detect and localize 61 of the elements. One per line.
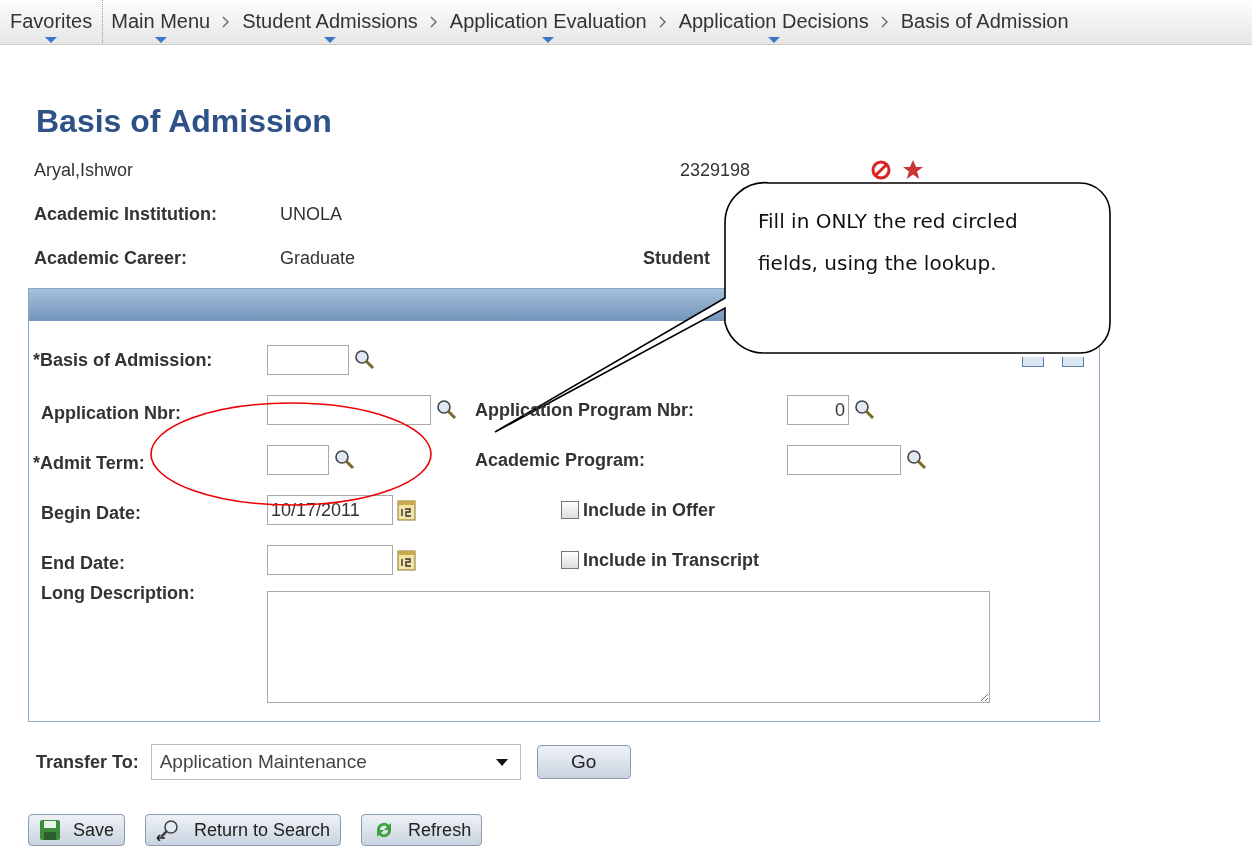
go-button[interactable]: Go (536, 745, 631, 779)
prohibited-icon (870, 159, 892, 181)
magnifier-icon[interactable] (333, 449, 355, 471)
field-label: End Date: (41, 552, 125, 574)
page-title: Basis of Admission (36, 103, 333, 140)
dropdown-arrow-icon[interactable] (154, 37, 167, 43)
magnifier-icon[interactable] (853, 399, 875, 421)
field-label: Begin Date: (41, 502, 141, 524)
lookup-field[interactable]: 0 (787, 395, 849, 425)
breadcrumb-link[interactable]: Main Menu (111, 10, 211, 33)
lookup-field[interactable] (267, 395, 431, 425)
checkbox-label: Include in Transcript (583, 549, 760, 571)
breadcrumb-link[interactable]: Application Decisions (678, 10, 869, 33)
field-label: Application Nbr: (41, 402, 181, 424)
student-id: 2329198 (680, 159, 752, 181)
breadcrumb-link[interactable]: Application Evaluation (449, 10, 647, 33)
chevron-icon (429, 16, 438, 28)
magnifier-icon[interactable] (353, 349, 375, 371)
dropdown-arrow-icon[interactable] (542, 37, 555, 43)
magnifier-icon[interactable] (905, 449, 927, 471)
square-icon[interactable] (1062, 357, 1084, 367)
save-button[interactable]: Save (28, 814, 126, 846)
star-icon (902, 159, 924, 181)
field-label: Student (643, 247, 710, 269)
calendar-icon[interactable] (397, 549, 417, 571)
student-name: Aryal,Ishwor (34, 159, 135, 181)
field-label: *Admit Term: (33, 452, 145, 474)
lookup-field[interactable] (267, 445, 329, 475)
calendar-icon[interactable] (397, 499, 417, 521)
transfer-dropdown[interactable]: Application Maintenance (150, 744, 521, 780)
field-label: Transfer To: (36, 751, 139, 773)
breadcrumb-link[interactable]: Favorites (10, 10, 93, 33)
magnifier-icon[interactable] (435, 399, 457, 421)
square-icon[interactable] (1022, 357, 1044, 367)
callout-text: Fill in ONLY the red circled fields, using the lookup. (758, 208, 1019, 277)
dropdown-arrow-icon[interactable] (45, 37, 58, 43)
checkbox-label: Include in Offer (583, 499, 715, 521)
caret-icon (495, 758, 508, 766)
field-label: Academic Program: (475, 449, 646, 471)
breadcrumb-link[interactable]: Student Admissions (242, 10, 418, 33)
lookup-field[interactable] (267, 345, 349, 375)
field-value: Graduate (280, 247, 357, 269)
date-field[interactable]: 10/17/2011 (267, 495, 393, 525)
checkbox[interactable] (561, 501, 579, 519)
field-label: Academic Career: (34, 247, 189, 269)
field-label: Long Description: (41, 583, 195, 604)
chevron-icon (880, 16, 889, 28)
field-label: *Basis of Admission: (33, 349, 213, 371)
breadcrumb-link[interactable]: Basis of Admission (900, 10, 1069, 33)
chevron-icon (658, 16, 667, 28)
chevron-icon (222, 16, 231, 28)
dropdown-arrow-icon[interactable] (324, 37, 336, 43)
date-field[interactable] (267, 545, 393, 575)
long-description-field[interactable] (267, 591, 990, 703)
field-label: Academic Institution: (34, 203, 218, 225)
lookup-field[interactable] (787, 445, 901, 475)
refresh-button[interactable]: Refresh (361, 814, 483, 846)
search-button[interactable]: Return to Search (145, 814, 342, 846)
field-value: UNOLA (280, 203, 343, 225)
checkbox[interactable] (561, 551, 579, 569)
dropdown-arrow-icon[interactable] (767, 37, 780, 43)
